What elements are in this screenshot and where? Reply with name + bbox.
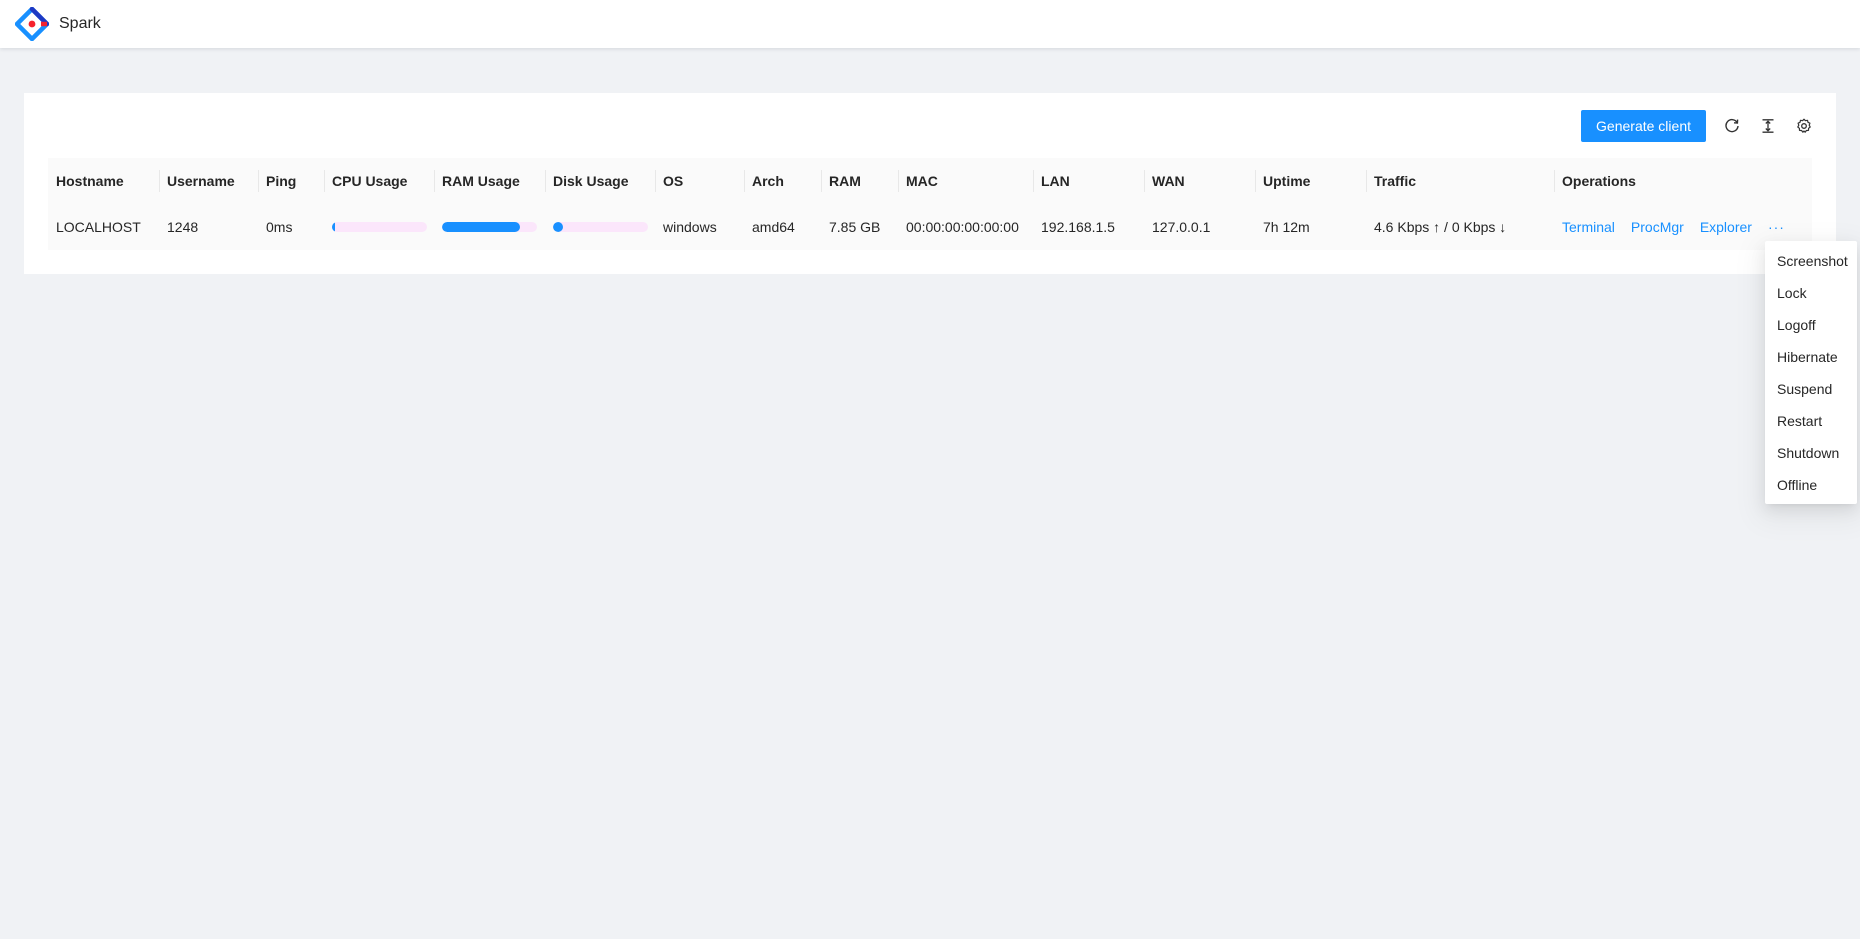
column-arch[interactable]: Arch — [744, 158, 821, 204]
column-lan[interactable]: LAN — [1033, 158, 1144, 204]
more-actions-menu: Screenshot Lock Logoff Hibernate Suspend… — [1765, 241, 1857, 504]
cell-disk-usage — [545, 204, 655, 250]
settings-icon[interactable] — [1794, 116, 1814, 136]
app-title: Spark — [59, 15, 101, 32]
menu-item-screenshot[interactable]: Screenshot — [1765, 245, 1857, 277]
cell-ram: 7.85 GB — [829, 219, 881, 235]
menu-item-shutdown[interactable]: Shutdown — [1765, 437, 1857, 469]
cell-mac: 00:00:00:00:00:00 — [906, 219, 1019, 235]
explorer-link[interactable]: Explorer — [1700, 219, 1752, 235]
column-ram[interactable]: RAM — [821, 158, 898, 204]
column-ram-usage[interactable]: RAM Usage — [434, 158, 545, 204]
disk-usage-fill — [553, 222, 563, 232]
column-os[interactable]: OS — [655, 158, 744, 204]
clients-card: Generate client Hostname Username Ping C… — [24, 93, 1836, 274]
column-username[interactable]: Username — [159, 158, 258, 204]
cpu-usage-bar — [332, 222, 427, 232]
menu-item-suspend[interactable]: Suspend — [1765, 373, 1857, 405]
column-uptime[interactable]: Uptime — [1255, 158, 1366, 204]
generate-client-button[interactable]: Generate client — [1581, 110, 1706, 142]
cell-wan: 127.0.0.1 — [1152, 219, 1211, 235]
disk-usage-bar — [553, 222, 648, 232]
cell-traffic: 4.6 Kbps ↑ / 0 Kbps ↓ — [1374, 219, 1507, 235]
cell-ram-usage — [434, 204, 545, 250]
procmgr-link[interactable]: ProcMgr — [1631, 219, 1684, 235]
menu-item-logoff[interactable]: Logoff — [1765, 309, 1857, 341]
ram-usage-bar — [442, 222, 537, 232]
cell-username: 1248 — [167, 219, 199, 235]
top-bar: Spark — [0, 0, 1860, 48]
menu-item-lock[interactable]: Lock — [1765, 277, 1857, 309]
table-toolbar: Generate client — [1581, 110, 1814, 142]
table-row[interactable]: LOCALHOST 1248 0ms windows amd64 7.85 GB — [48, 204, 1812, 250]
menu-item-offline[interactable]: Offline — [1765, 469, 1857, 501]
cell-cpu-usage — [324, 204, 434, 250]
reload-icon[interactable] — [1722, 116, 1742, 136]
menu-item-hibernate[interactable]: Hibernate — [1765, 341, 1857, 373]
spark-logo-icon[interactable] — [14, 6, 50, 42]
column-hostname[interactable]: Hostname — [48, 158, 159, 204]
ram-usage-fill — [442, 222, 520, 232]
column-mac[interactable]: MAC — [898, 158, 1033, 204]
column-operations: Operations — [1554, 158, 1812, 204]
cpu-usage-fill — [332, 222, 335, 232]
terminal-link[interactable]: Terminal — [1562, 219, 1615, 235]
clients-table: Hostname Username Ping CPU Usage RAM Usa… — [48, 158, 1812, 250]
cell-uptime: 7h 12m — [1263, 219, 1310, 235]
column-traffic[interactable]: Traffic — [1366, 158, 1554, 204]
column-height-icon[interactable] — [1758, 116, 1778, 136]
cell-lan: 192.168.1.5 — [1041, 219, 1115, 235]
column-wan[interactable]: WAN — [1144, 158, 1255, 204]
column-cpu-usage[interactable]: CPU Usage — [324, 158, 434, 204]
more-actions-icon[interactable]: ··· — [1768, 219, 1785, 235]
column-ping[interactable]: Ping — [258, 158, 324, 204]
cell-ping: 0ms — [266, 219, 293, 235]
cell-hostname: LOCALHOST — [56, 219, 141, 235]
cell-arch: amd64 — [752, 219, 795, 235]
menu-item-restart[interactable]: Restart — [1765, 405, 1857, 437]
table-header: Hostname Username Ping CPU Usage RAM Usa… — [48, 158, 1812, 204]
column-disk-usage[interactable]: Disk Usage — [545, 158, 655, 204]
cell-os: windows — [663, 219, 717, 235]
